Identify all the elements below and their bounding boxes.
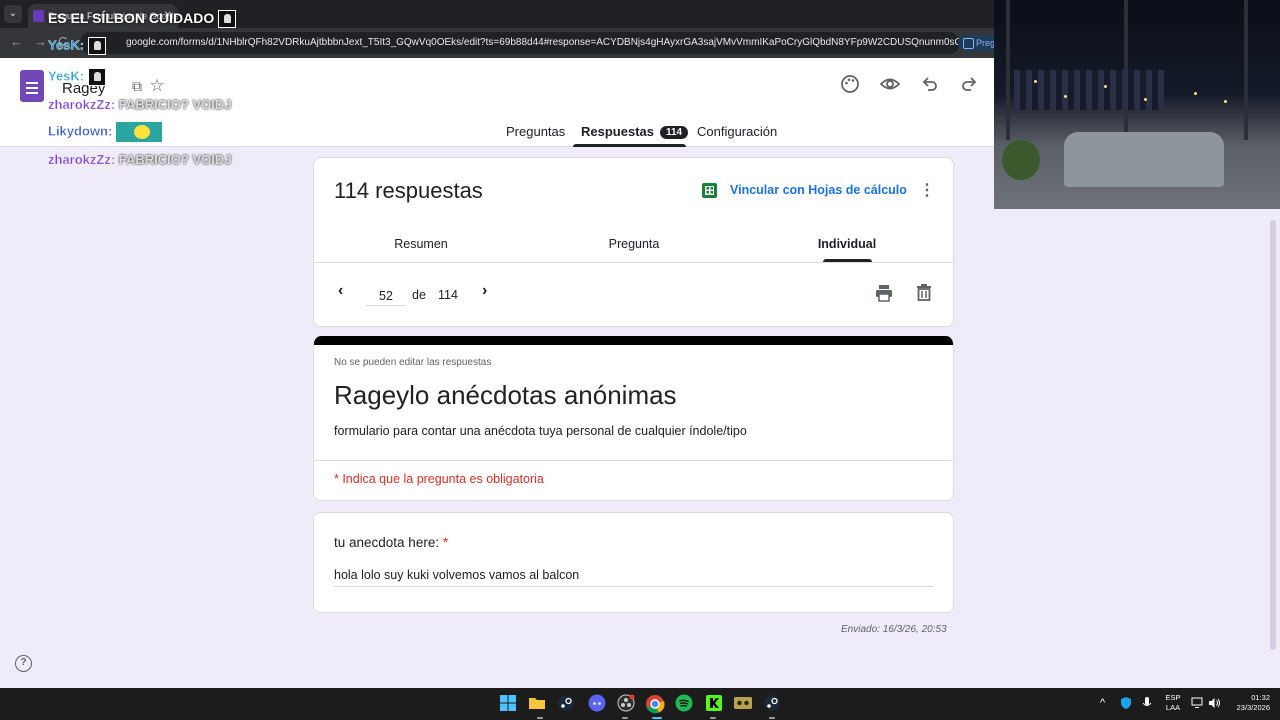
chrome-icon[interactable]: [645, 694, 665, 714]
subtab-individual[interactable]: Individual: [772, 237, 922, 251]
more-options-icon[interactable]: ⋮: [918, 180, 936, 202]
required-note: * Indica que la pregunta es obligatoria: [334, 472, 544, 486]
emote-icon: [87, 68, 106, 86]
form-accent-bar: [314, 336, 953, 345]
form-info-card: No se pueden editar las respuestas Ragey…: [313, 336, 954, 501]
tape-app-icon[interactable]: [733, 694, 753, 714]
submitted-timestamp: Enviado: 16/3/26, 20:53: [841, 624, 947, 635]
tab-respuestas-label: Respuestas: [581, 124, 654, 139]
app-running-indicator: [622, 717, 628, 719]
language-bottom: LAA: [1165, 703, 1181, 712]
sofa: [1064, 132, 1224, 187]
display-icon[interactable]: [1191, 697, 1203, 712]
clock-date: 23/3/2026: [1236, 703, 1270, 712]
question-card: tu anecdota here: * hola lolo suy kuki v…: [313, 512, 954, 613]
language-indicator[interactable]: ESP LAA: [1165, 693, 1181, 713]
security-tray-icon[interactable]: [1120, 696, 1132, 713]
spotify-icon[interactable]: [675, 694, 695, 714]
responses-title: 114 respuestas: [334, 178, 483, 203]
form-description: formulario para contar una anécdota tuya…: [334, 424, 747, 438]
response-number-input[interactable]: 52: [366, 286, 406, 306]
question-label: tu anecdota here: *: [334, 535, 448, 550]
url-input[interactable]: google.com/forms/d/1NHblrQFh82VDRkuAjtbb…: [80, 32, 960, 54]
app-active-indicator: [652, 717, 662, 719]
responses-count-badge: 114: [659, 126, 689, 139]
volume-icon[interactable]: [1208, 697, 1221, 712]
link-sheets-button[interactable]: Vincular con Hojas de cálculo: [730, 183, 907, 197]
active-tab-indicator: [573, 144, 686, 147]
chat-top-text: ES EL SÍLBON CUIDADO: [48, 10, 215, 26]
palette-icon[interactable]: [838, 74, 862, 98]
redo-icon[interactable]: [957, 74, 981, 98]
discord-icon[interactable]: [588, 694, 608, 714]
clock-time: 01:32: [1251, 693, 1270, 702]
chat-message: FABRICIO? VOIDJ: [118, 152, 232, 167]
help-icon[interactable]: ?: [15, 655, 32, 672]
steam-icon[interactable]: [557, 694, 577, 714]
prev-response-button[interactable]: ‹: [338, 282, 343, 300]
app-running-indicator: [769, 717, 775, 719]
chat-line: YesK:: [48, 37, 106, 55]
chat-line: zharokzZz: FABRICIO? VOIDJ: [48, 97, 232, 112]
clock[interactable]: 01:32 23/3/2026: [1228, 693, 1270, 713]
forward-button[interactable]: →: [34, 34, 47, 49]
print-icon[interactable]: [875, 284, 893, 302]
eye-icon[interactable]: [878, 74, 902, 98]
tab-search-button[interactable]: ⌄: [4, 5, 22, 23]
star-icon[interactable]: ☆: [145, 74, 169, 98]
emote-icon: [87, 37, 106, 55]
kick-icon[interactable]: [705, 694, 725, 714]
tab-configuracion[interactable]: Configuración: [697, 124, 777, 139]
chat-user: YesK:: [48, 37, 85, 53]
chat-line: YesK:: [48, 68, 106, 86]
webcam-overlay: [994, 0, 1280, 209]
app-running-indicator: [537, 717, 543, 719]
tab-respuestas[interactable]: Respuestas 114: [581, 124, 689, 139]
forms-favicon-icon: [33, 10, 44, 22]
duck-emote-icon: [115, 122, 162, 142]
pager-total: 114: [438, 288, 458, 302]
chat-message: FABRICIO? VOIDJ: [118, 97, 232, 112]
steam-icon[interactable]: [763, 694, 783, 714]
form-name: Rageylo anécdotas anónimas: [334, 380, 677, 410]
subtab-divider: [314, 262, 953, 263]
trash-icon[interactable]: [915, 283, 933, 302]
chat-line: Likydown:: [48, 122, 162, 142]
chat-line: zharokzZz: FABRICIO? VOIDJ: [48, 152, 232, 167]
back-button[interactable]: ←: [10, 34, 23, 49]
microphone-icon[interactable]: [1142, 696, 1152, 713]
answer-value: hola lolo suy kuki volvemos vamos al bal…: [334, 568, 934, 587]
required-star: *: [442, 535, 449, 550]
chat-top-line: ES EL SÍLBON CUIDADO: [48, 10, 237, 29]
subtab-pregunta[interactable]: Pregunta: [559, 237, 709, 251]
next-response-button[interactable]: ›: [482, 282, 487, 300]
chat-user: zharokzZz:: [48, 97, 116, 112]
forms-logo-icon[interactable]: [20, 70, 44, 102]
language-top: ESP: [1165, 693, 1181, 702]
question-text: tu anecdota here:: [334, 535, 440, 550]
scrollbar-thumb[interactable]: [1270, 220, 1276, 650]
chat-user: Likydown:: [48, 123, 113, 139]
chat-user: zharokzZz:: [48, 152, 116, 167]
responses-summary-card: 114 respuestas Vincular con Hojas de cál…: [313, 157, 954, 327]
windows-start-icon[interactable]: [499, 694, 519, 714]
undo-icon[interactable]: [918, 74, 942, 98]
emote-icon: [218, 10, 237, 29]
city-skyline: [1014, 70, 1164, 110]
form-divider: [314, 460, 953, 461]
no-edit-note: No se pueden editar las respuestas: [334, 357, 492, 368]
plant: [1002, 140, 1040, 180]
tray-chevron-icon[interactable]: ^: [1100, 697, 1105, 709]
tab-preguntas[interactable]: Preguntas: [506, 124, 565, 139]
pager-of-label: de: [412, 288, 426, 302]
obs-icon[interactable]: [617, 694, 637, 714]
subtab-resumen[interactable]: Resumen: [346, 237, 496, 251]
url-text: google.com/forms/d/1NHblrQFh82VDRkuAjtbb…: [126, 37, 960, 48]
chat-user: YesK:: [48, 68, 85, 84]
file-explorer-icon[interactable]: [528, 694, 548, 714]
taskbar: ^ ESP LAA 01:32 23/3/2026: [0, 688, 1280, 720]
sheets-icon[interactable]: [702, 183, 717, 198]
app-running-indicator: [710, 717, 716, 719]
